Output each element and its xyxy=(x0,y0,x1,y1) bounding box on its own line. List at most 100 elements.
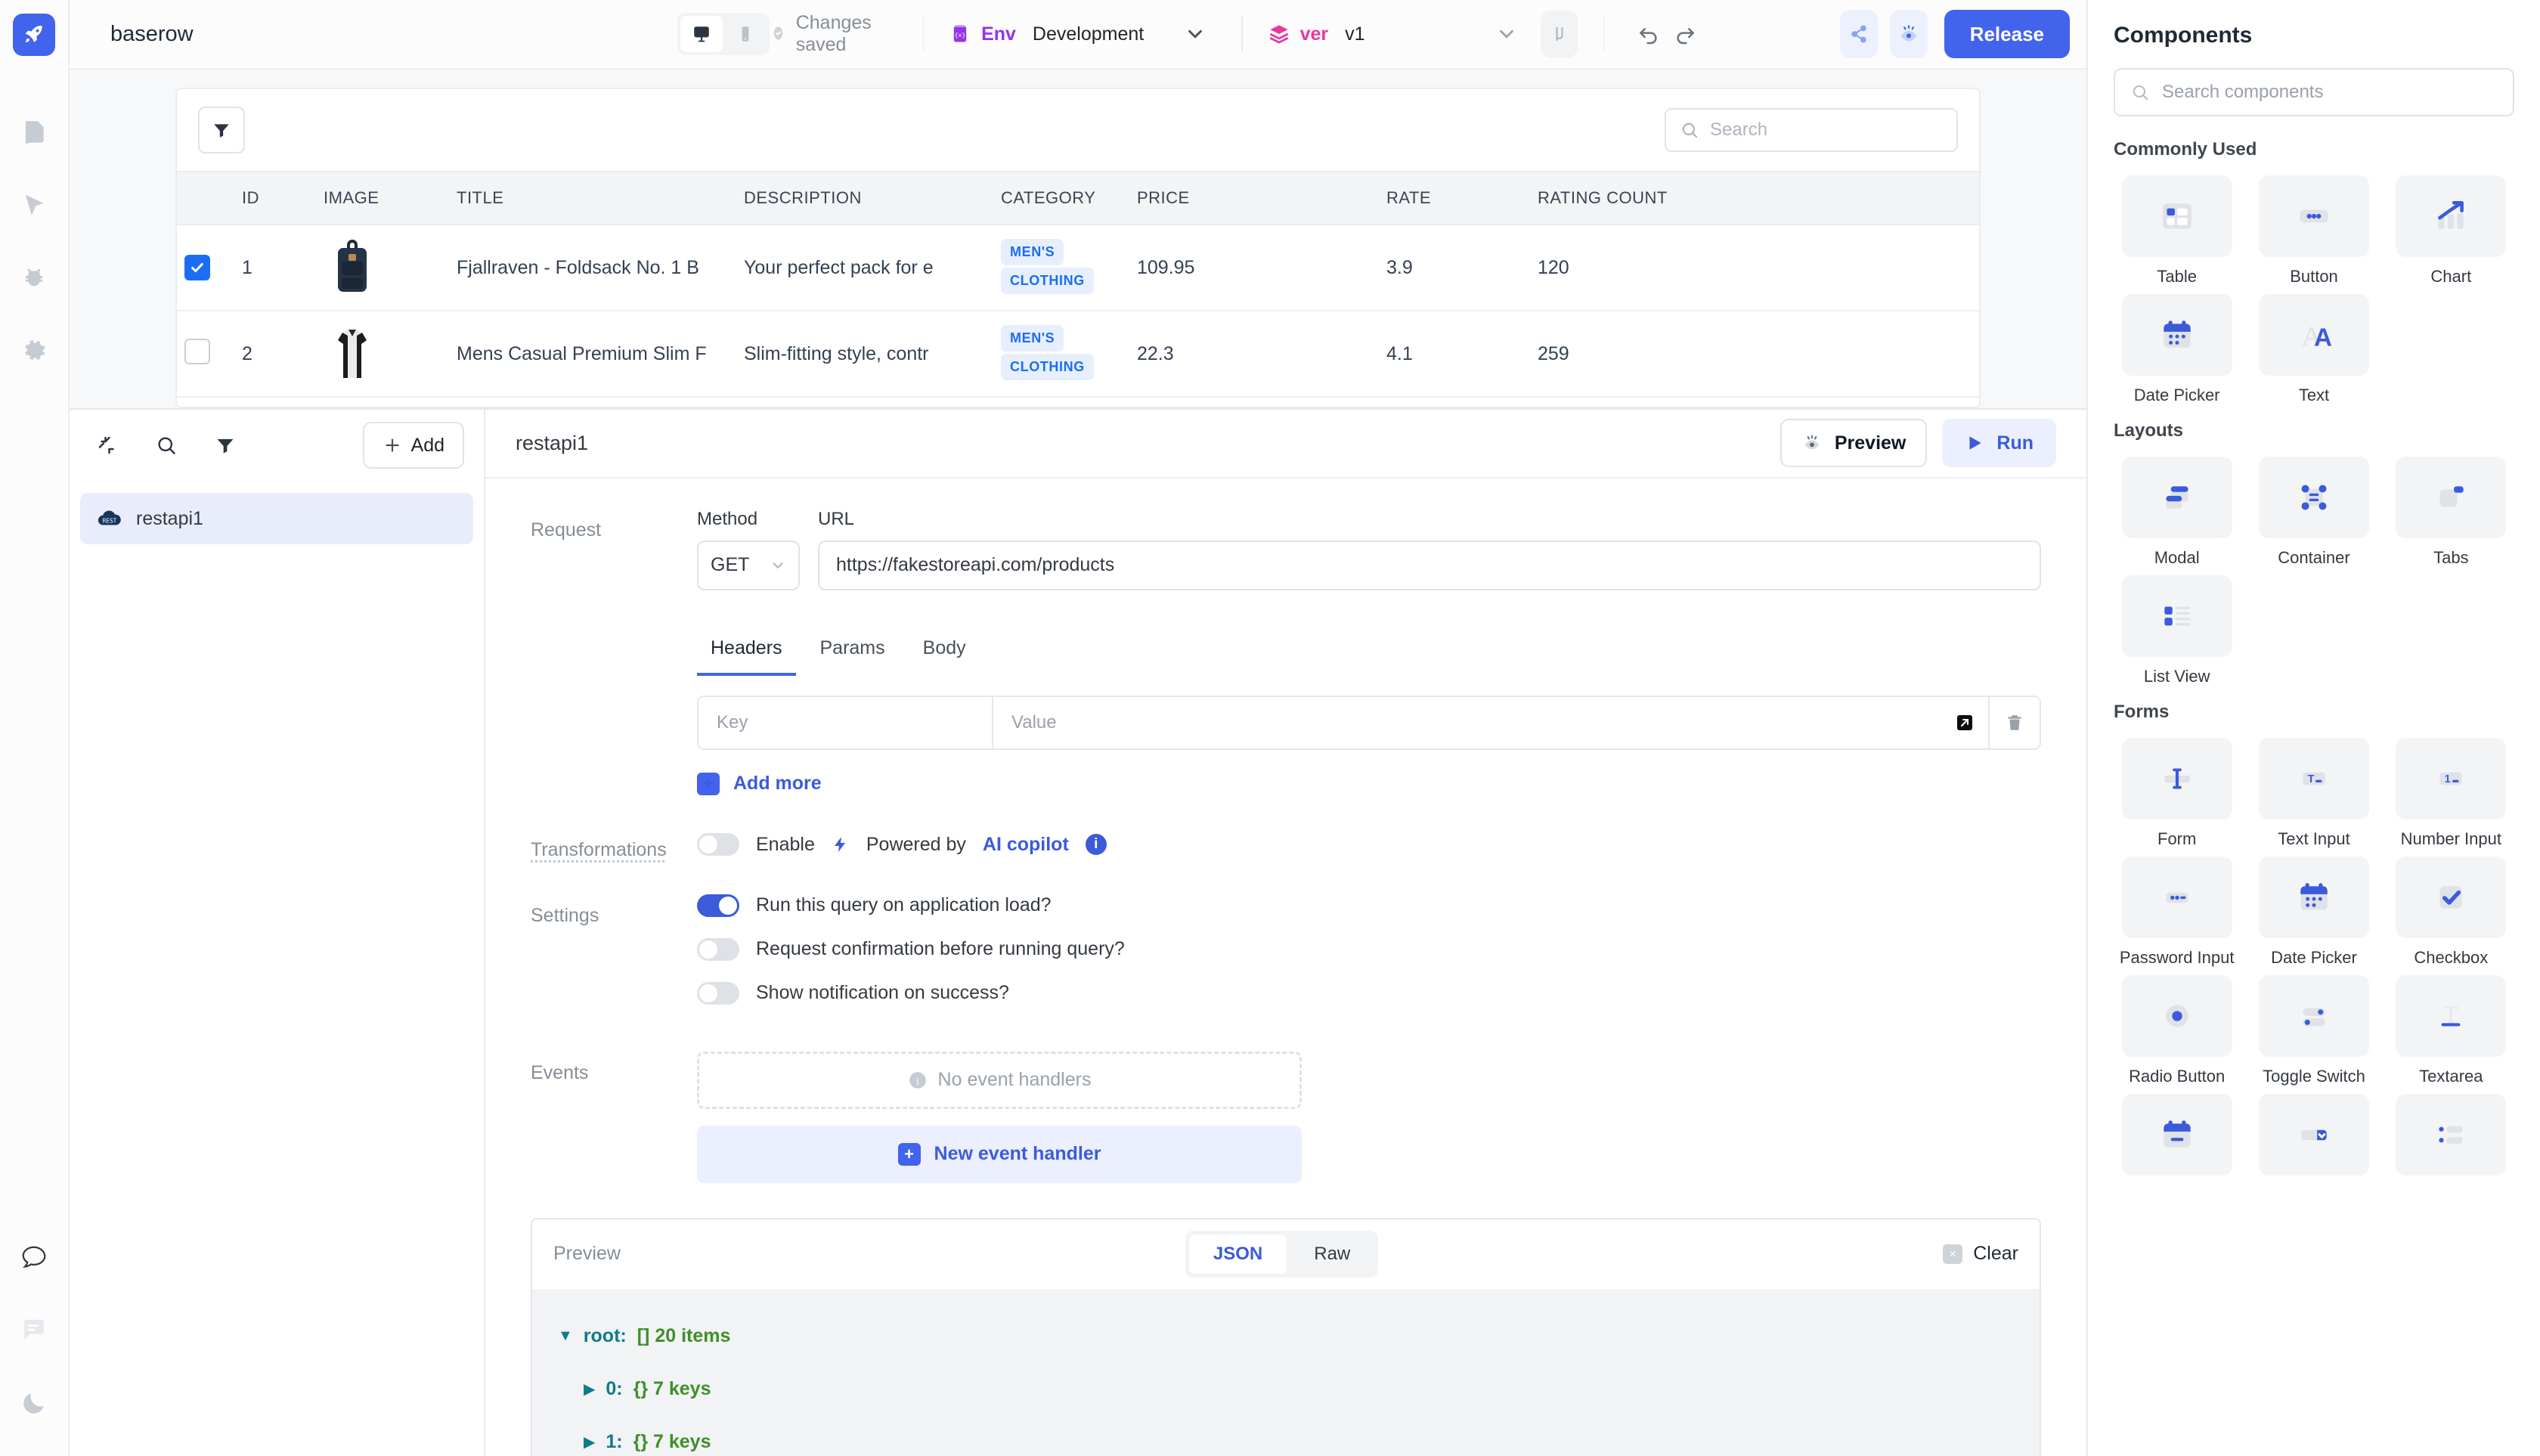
add-more-button[interactable]: + Add more xyxy=(697,773,2041,795)
dark-mode-icon[interactable] xyxy=(0,1367,69,1439)
comment-outline-icon[interactable] xyxy=(0,1222,69,1294)
env-chevron-down-icon[interactable] xyxy=(1174,14,1216,54)
col-price[interactable]: PRICE xyxy=(1129,172,1379,225)
component-button[interactable]: Button xyxy=(2250,175,2377,287)
component-form[interactable]: Form xyxy=(2114,738,2240,849)
tab-headers[interactable]: Headers xyxy=(697,630,796,676)
component-number-input[interactable]: 1 Number Input xyxy=(2388,738,2514,849)
sidebar-item-settings[interactable] xyxy=(0,314,69,387)
sidebar-item-debug[interactable] xyxy=(0,242,69,314)
component-table[interactable]: Table xyxy=(2114,175,2240,287)
component-date-range[interactable] xyxy=(2114,1094,2240,1185)
component-text[interactable]: AA Text xyxy=(2250,294,2377,405)
json-node-root[interactable]: ▼ root: [] 20 items xyxy=(558,1310,2014,1363)
component-container[interactable]: Container xyxy=(2250,457,2377,568)
query-list-item-restapi1[interactable]: REST restapi1 xyxy=(80,493,473,544)
redo-icon[interactable] xyxy=(1667,11,1704,57)
col-id[interactable]: ID xyxy=(234,172,316,225)
tab-body[interactable]: Body xyxy=(909,630,980,676)
preview-button[interactable]: Preview xyxy=(1780,419,1928,467)
password-input-icon xyxy=(2122,857,2232,938)
undo-icon[interactable] xyxy=(1630,11,1667,57)
transformations-toggle[interactable] xyxy=(697,833,739,856)
col-rate[interactable]: RATE xyxy=(1379,172,1530,225)
col-title[interactable]: TITLE xyxy=(449,172,736,225)
rocket-logo-icon[interactable] xyxy=(13,14,55,56)
component-label: Text Input xyxy=(2278,829,2350,849)
component-radio-button[interactable]: Radio Button xyxy=(2114,975,2240,1086)
component-textarea[interactable]: T Textarea xyxy=(2388,975,2514,1086)
version-history-icon[interactable] xyxy=(1541,11,1578,57)
show-notification-toggle[interactable] xyxy=(697,982,739,1005)
component-date-picker[interactable]: Date Picker xyxy=(2114,294,2240,405)
component-checkbox[interactable]: Checkbox xyxy=(2388,857,2514,968)
expand-value-icon[interactable] xyxy=(1941,697,1988,748)
env-selector[interactable]: {x} Env Development xyxy=(949,23,1144,45)
filter-icon[interactable] xyxy=(198,107,245,153)
component-tabs[interactable]: Tabs xyxy=(2388,457,2514,568)
tab-params[interactable]: Params xyxy=(807,630,899,676)
share-icon[interactable] xyxy=(1840,10,1878,58)
ai-copilot-link[interactable]: AI copilot xyxy=(983,834,1069,856)
col-description[interactable]: DESCRIPTION xyxy=(736,172,993,225)
row-checkbox[interactable] xyxy=(184,255,210,280)
component-text-input[interactable]: T Text Input xyxy=(2250,738,2377,849)
request-confirmation-toggle[interactable] xyxy=(697,938,739,961)
header-key-input[interactable]: Key xyxy=(698,697,993,748)
version-selector[interactable]: ver v1 xyxy=(1268,23,1365,45)
sidebar-item-cursor[interactable] xyxy=(0,169,69,242)
mobile-icon[interactable] xyxy=(724,16,767,52)
url-input[interactable]: https://fakestoreapi.com/products xyxy=(818,541,2041,590)
table-row[interactable]: 2 xyxy=(177,311,1979,397)
components-search-placeholder: Search components xyxy=(2162,82,2323,103)
url-label: URL xyxy=(818,509,2041,530)
json-node-0[interactable]: ▶ 0: {} 7 keys xyxy=(558,1363,2014,1416)
info-icon[interactable]: i xyxy=(1086,834,1107,855)
preview-eye-icon[interactable] xyxy=(1890,10,1928,58)
method-label: Method xyxy=(697,509,800,530)
col-image[interactable]: IMAGE xyxy=(316,172,449,225)
segment-json[interactable]: JSON xyxy=(1189,1235,1287,1274)
json-node-1[interactable]: ▶ 1: {} 7 keys xyxy=(558,1416,2014,1456)
col-category[interactable]: CATEGORY xyxy=(993,172,1129,225)
component-date-picker-form[interactable]: Date Picker xyxy=(2250,857,2377,968)
query-search-icon[interactable] xyxy=(148,427,184,463)
row-checkbox[interactable] xyxy=(184,339,210,364)
component-toggle-switch[interactable]: Toggle Switch xyxy=(2250,975,2377,1086)
sidebar-item-pages[interactable] xyxy=(0,97,69,169)
component-password-input[interactable]: Password Input xyxy=(2114,857,2240,968)
new-event-handler-button[interactable]: + New event handler xyxy=(697,1126,1302,1183)
query-filter-icon[interactable] xyxy=(207,427,243,463)
component-chart[interactable]: Chart xyxy=(2388,175,2514,287)
components-search-input[interactable]: Search components xyxy=(2114,68,2514,116)
run-on-load-toggle[interactable] xyxy=(697,894,739,917)
release-button[interactable]: Release xyxy=(1944,10,2070,58)
desktop-icon[interactable] xyxy=(680,16,723,52)
cell-image xyxy=(316,225,449,311)
row-select-cell xyxy=(177,225,234,311)
device-preview-toggle[interactable] xyxy=(677,13,770,55)
header-value-input[interactable]: Value xyxy=(993,697,1941,748)
clear-response-button[interactable]: × Clear xyxy=(1943,1243,2018,1265)
chat-icon[interactable] xyxy=(0,1294,69,1367)
collapse-icon[interactable] xyxy=(89,427,125,463)
divider xyxy=(1241,17,1243,51)
col-rating-count[interactable]: RATING COUNT xyxy=(1530,172,1979,225)
component-multiselect[interactable] xyxy=(2388,1094,2514,1185)
run-button[interactable]: Run xyxy=(1942,419,2056,467)
add-query-button[interactable]: Add xyxy=(363,422,464,469)
json-meta: {} 7 keys xyxy=(633,1431,711,1453)
table-search-input[interactable]: Search xyxy=(1665,108,1958,152)
run-on-load-label: Run this query on application load? xyxy=(756,894,1052,916)
method-select[interactable]: GET xyxy=(697,541,800,590)
plus-icon xyxy=(383,435,402,455)
divider xyxy=(1603,17,1605,51)
delete-header-icon[interactable] xyxy=(1988,697,2040,748)
table-row[interactable]: 1 xyxy=(177,225,1979,311)
component-list-view[interactable]: List View xyxy=(2114,575,2240,686)
component-modal[interactable]: Modal xyxy=(2114,457,2240,568)
request-label: Request xyxy=(531,509,697,795)
component-dropdown[interactable] xyxy=(2250,1094,2377,1185)
segment-raw[interactable]: Raw xyxy=(1290,1235,1374,1274)
version-chevron-down-icon[interactable] xyxy=(1486,14,1528,54)
